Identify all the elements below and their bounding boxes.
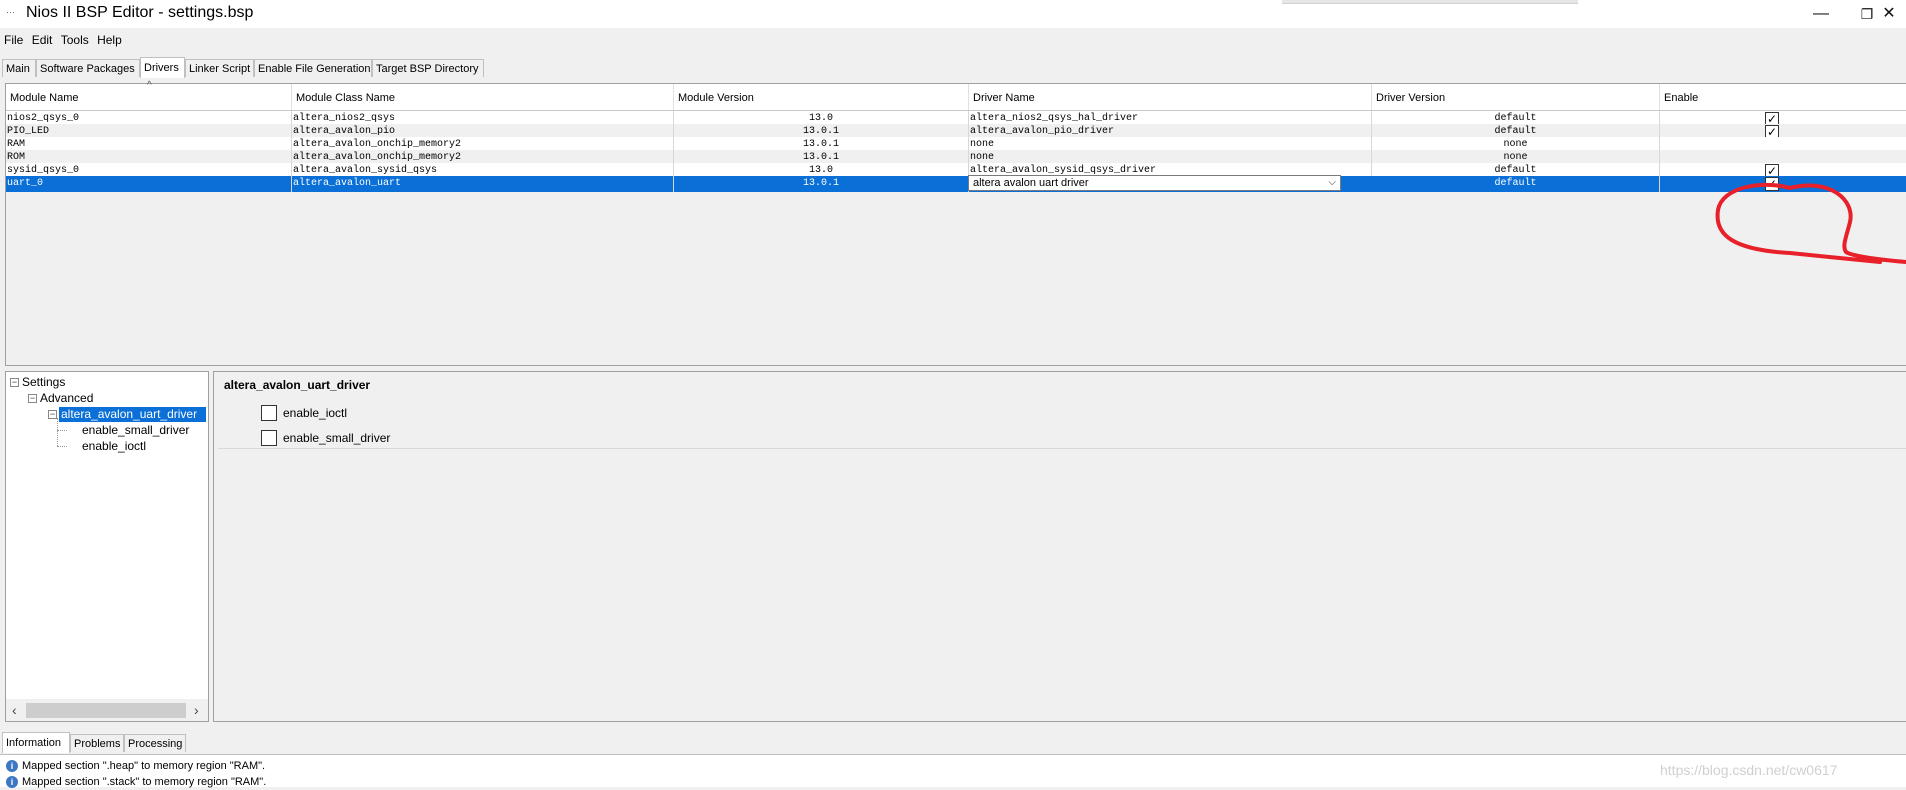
enable-checkbox[interactable]: ✓ [1765,177,1779,191]
cell-driver-version: default [1372,176,1660,192]
log-message-text: Mapped section ".stack" to memory region… [22,776,267,788]
menu-file[interactable]: File [4,33,23,47]
window-title: Nios II BSP Editor - settings.bsp [26,4,254,21]
cell-enable: ✓ [1660,176,1906,192]
tab-drivers[interactable]: Drivers [140,57,185,78]
scroll-right-icon[interactable]: › [194,702,199,718]
cell-module-name: uart_0 [6,176,292,192]
sort-up-icon: ^ [147,80,152,91]
column-enable[interactable]: Enable [1660,84,1906,110]
scroll-thumb[interactable] [26,703,186,718]
menu-help[interactable]: Help [97,33,122,47]
column-driver-version[interactable]: Driver Version [1372,84,1660,110]
log-message-text: Mapped section ".heap" to memory region … [22,760,266,772]
settings-tree: − Settings − Advanced − altera_avalon_ua… [5,371,209,722]
tab-processing[interactable]: Processing [124,734,186,752]
tab-software-packages[interactable]: Software Packages [36,59,140,77]
scroll-left-icon[interactable]: ‹ [12,702,17,718]
panel-title: altera_avalon_uart_driver [224,378,371,392]
message-log: i Mapped section ".heap" to memory region… [0,754,1906,790]
tree-node-enable-ioctl[interactable]: enable_ioctl [82,439,146,454]
enable-small-driver-checkbox[interactable] [261,430,277,446]
divider [218,448,1906,449]
title-bar: ⋯ Nios II BSP Editor - settings.bsp — ❐ … [0,0,1906,28]
menu-bar: File Edit Tools Help [0,33,123,49]
column-module-version[interactable]: Module Version [674,84,969,110]
close-button[interactable]: ✕ [1866,0,1906,28]
minimize-button[interactable]: — [1798,0,1844,28]
driver-name-dropdown[interactable]: altera avalon uart driver ⌵ [968,175,1341,191]
tab-enable-file-generation[interactable]: Enable File Generation [254,59,372,77]
column-module-class-name[interactable]: Module Class Name [292,84,674,110]
table-row[interactable]: uart_0 altera_avalon_uart 13.0.1 default ✓ [6,176,1906,192]
info-icon: i [6,760,18,773]
overlay-strip [1282,0,1578,4]
chevron-down-icon: ⌵ [1328,177,1336,188]
watermark: https://blog.csdn.net/cw0617 [1660,762,1838,778]
tree-settings-label: Settings [22,375,66,389]
collapse-icon[interactable]: − [28,394,37,403]
log-message: i Mapped section ".stack" to memory regio… [6,774,266,790]
column-driver-name[interactable]: Driver Name [969,84,1372,110]
cell-module-version: 13.0.1 [674,176,969,192]
tree-connector [57,446,67,447]
collapse-icon[interactable]: − [10,378,19,387]
menu-tools[interactable]: Tools [61,33,89,47]
collapse-icon[interactable]: − [48,410,57,419]
log-message: i Mapped section ".heap" to memory region… [6,758,265,774]
tree-connector [57,430,67,431]
drivers-table: Module Name ^ Module Class Name Module V… [5,80,1906,366]
app-icon: ⋯ [6,7,15,17]
tab-target-bsp-directory[interactable]: Target BSP Directory [372,59,484,77]
tree-node-enable-small-driver[interactable]: enable_small_driver [82,423,189,438]
info-icon: i [6,776,18,789]
tab-linker-script[interactable]: Linker Script [185,59,254,77]
tree-connector [57,418,59,446]
enable-small-driver-label: enable_small_driver [283,431,391,445]
driver-settings-panel: altera_avalon_uart_driver enable_ioctl e… [213,371,1906,722]
tab-problems[interactable]: Problems [70,734,124,752]
cell-module-class: altera_avalon_uart [292,176,674,192]
tree-advanced-label: Advanced [40,391,94,405]
menu-edit[interactable]: Edit [32,33,53,47]
enable-ioctl-label: enable_ioctl [283,406,348,420]
driver-name-selected: altera avalon uart driver [973,177,1089,189]
tab-information[interactable]: Information [2,732,70,753]
enable-ioctl-checkbox[interactable] [261,405,277,421]
table-header: Module Name ^ Module Class Name Module V… [6,80,1906,111]
tree-driver-label: altera_avalon_uart_driver [59,407,206,422]
tab-main[interactable]: Main [2,59,36,77]
horizontal-scrollbar[interactable]: ‹ › [6,699,208,721]
